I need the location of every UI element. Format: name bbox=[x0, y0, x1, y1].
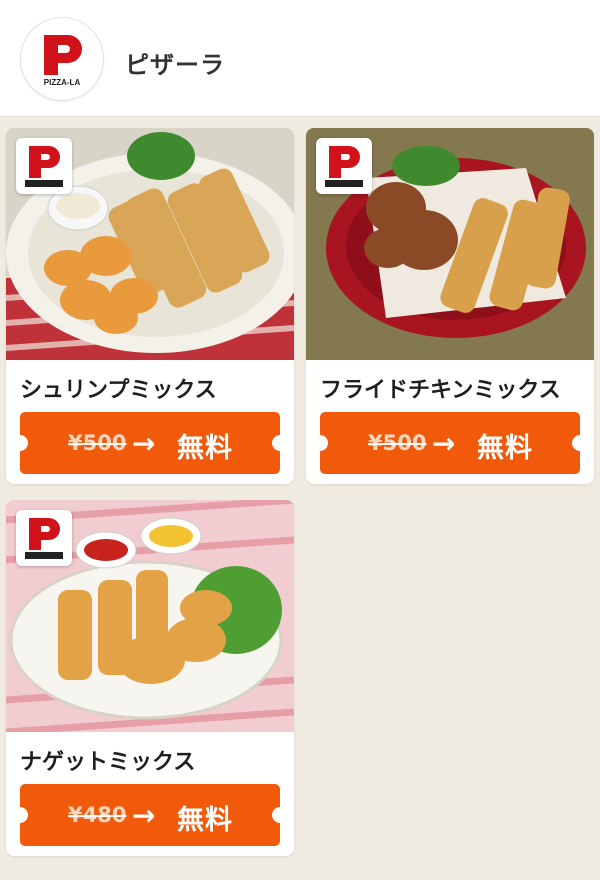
item-title: シュリンプミックス bbox=[20, 378, 217, 403]
coupon-card[interactable]: シュリンプミックス ¥500 → 無料 bbox=[6, 128, 294, 484]
item-title: フライドチキンミックス bbox=[320, 378, 561, 403]
item-title: ナゲットミックス bbox=[20, 750, 196, 775]
pizza-la-logo-icon[interactable]: PIZZA-LA bbox=[20, 17, 104, 101]
original-price: ¥480 bbox=[68, 803, 127, 827]
coupon-card[interactable]: フライドチキンミックス ¥500 → 無料 bbox=[306, 128, 594, 484]
food-photo bbox=[6, 500, 294, 732]
free-coupon-button[interactable]: ¥480 → 無料 bbox=[12, 784, 288, 846]
free-label: 無料 bbox=[177, 805, 233, 836]
arrow-icon: → bbox=[432, 427, 456, 460]
arrow-icon: → bbox=[132, 799, 156, 832]
food-photo bbox=[306, 128, 594, 360]
free-label: 無料 bbox=[477, 433, 533, 464]
free-coupon-button[interactable]: ¥500 → 無料 bbox=[312, 412, 588, 474]
pizza-la-logo-icon bbox=[316, 138, 372, 194]
pizza-la-logo-icon bbox=[16, 510, 72, 566]
free-coupon-button[interactable]: ¥500 → 無料 bbox=[12, 412, 288, 474]
coupon-notch bbox=[12, 435, 28, 451]
coupon-notch bbox=[12, 807, 28, 823]
coupon-notch bbox=[272, 807, 288, 823]
logo-text: PIZZA-LA bbox=[43, 78, 81, 87]
arrow-icon: → bbox=[132, 427, 156, 460]
pizza-la-logo-icon bbox=[16, 138, 72, 194]
coupon-notch bbox=[312, 435, 328, 451]
food-photo bbox=[6, 128, 294, 360]
coupon-notch bbox=[272, 435, 288, 451]
original-price: ¥500 bbox=[68, 431, 127, 455]
coupon-card[interactable]: ナゲットミックス ¥480 → 無料 bbox=[6, 500, 294, 856]
coupon-notch bbox=[572, 435, 588, 451]
header: PIZZA-LA ピザーラ bbox=[0, 0, 600, 117]
page-title: ピザーラ bbox=[125, 51, 225, 79]
original-price: ¥500 bbox=[368, 431, 427, 455]
free-label: 無料 bbox=[177, 433, 233, 464]
